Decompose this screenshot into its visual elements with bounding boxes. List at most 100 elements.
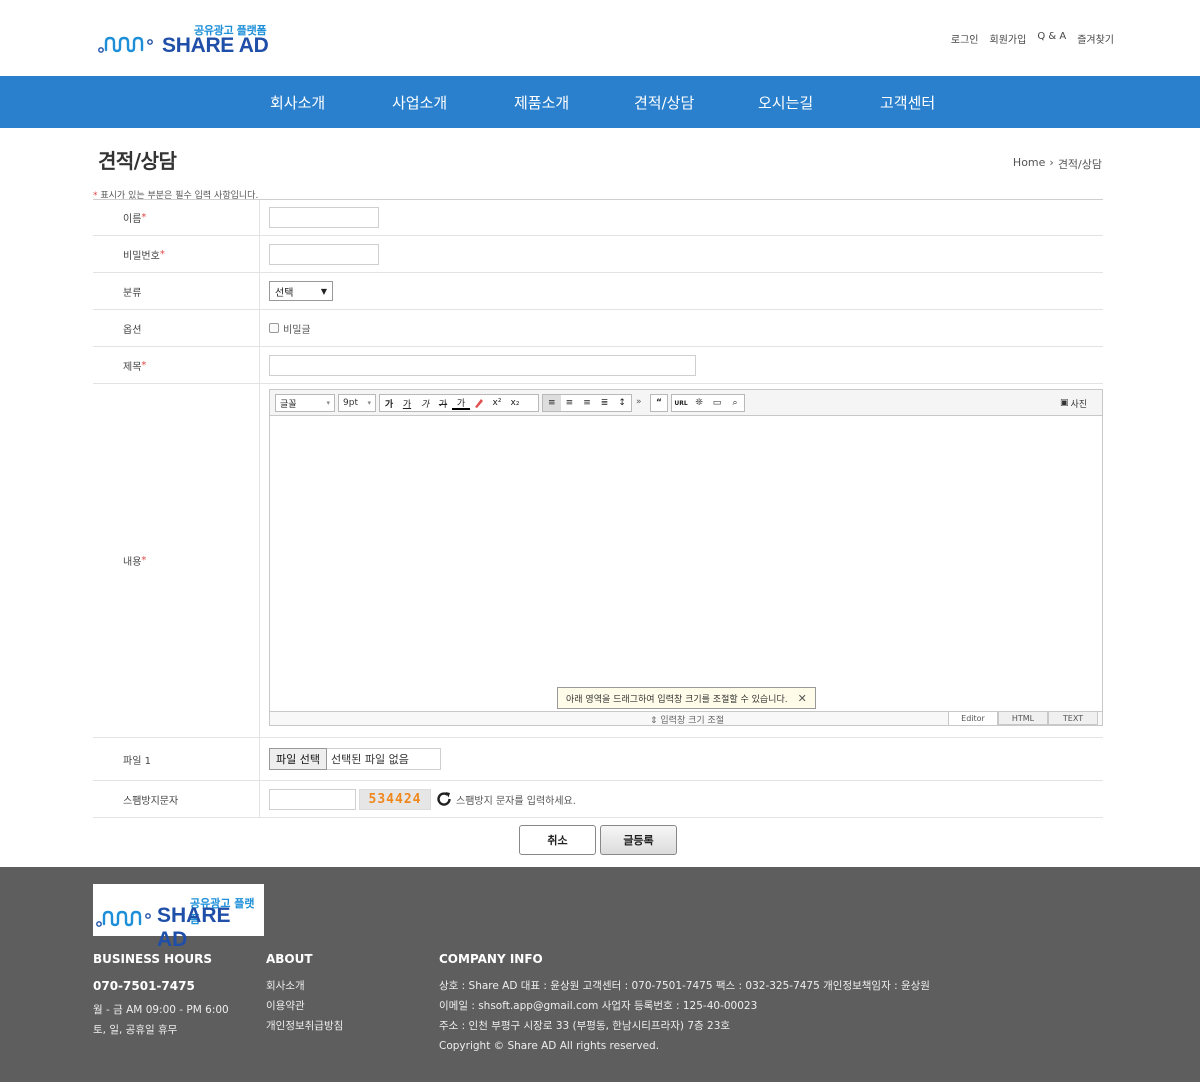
footer-link-company[interactable]: 회사소개 bbox=[266, 976, 343, 996]
form-row-content: 내용 * 글꼴 ▾ 9pt ▾ 가 가 가 가 가 x² x₂ ≡ ≡ ≡ ≣ … bbox=[93, 384, 1103, 738]
breadcrumb-home[interactable]: Home bbox=[1013, 156, 1045, 172]
strike-button[interactable]: 가 bbox=[434, 395, 452, 411]
nav-item-business[interactable]: 사업소개 bbox=[392, 92, 447, 113]
footer-company: COMPANY INFO 상호 : Share AD 대표 : 윤상원 고객센터… bbox=[439, 952, 930, 1056]
superscript-icon[interactable]: x² bbox=[488, 395, 506, 411]
logo-wave-icon bbox=[96, 910, 151, 927]
bold-button[interactable]: 가 bbox=[380, 395, 398, 411]
captcha-image: 534424 bbox=[359, 788, 431, 810]
footer-logo: 공유광고 플랫폼 SHARE AD bbox=[93, 884, 264, 951]
captcha-note: 스팸방지 문자를 입력하세요. bbox=[456, 795, 576, 807]
italic-button[interactable]: 가 bbox=[416, 395, 434, 411]
tab-text[interactable]: TEXT bbox=[1048, 711, 1098, 725]
signup-link[interactable]: 회원가입 bbox=[990, 31, 1027, 46]
breadcrumb-current: 견적/상담 bbox=[1057, 158, 1102, 171]
subscript-icon[interactable]: x₂ bbox=[506, 395, 524, 411]
font-select[interactable]: 글꼴 ▾ bbox=[275, 394, 335, 412]
company-title: COMPANY INFO bbox=[439, 952, 543, 966]
file-select-button[interactable]: 파일 선택 bbox=[269, 748, 327, 770]
spam-label: 스팸방지문자 bbox=[93, 781, 260, 817]
company-line-2: 이메일 : shsoft.app@gmail.com 사업자 등록번호 : 12… bbox=[439, 1000, 758, 1012]
quote-group: “ bbox=[650, 394, 668, 412]
top-links: 로그인 회원가입 Q & A 즐겨찾기 bbox=[951, 31, 1114, 46]
breadcrumb: Home › 견적/상담 bbox=[1013, 156, 1102, 172]
caret-down-icon: ▼ bbox=[320, 286, 327, 296]
nav-item-directions[interactable]: 오시는길 bbox=[758, 92, 813, 113]
align-justify-icon[interactable]: ≣ bbox=[596, 395, 614, 411]
site-header: 공유광고 플랫폼 SHARE AD 로그인 회원가입 Q & A 즐겨찾기 bbox=[0, 0, 1200, 76]
insert-group: URL ❊ ▭ ⌕ bbox=[671, 394, 745, 412]
form-row-subject: 제목 * bbox=[93, 347, 1103, 384]
photo-button[interactable]: ▣ 사진 bbox=[1060, 394, 1100, 412]
photo-icon: ▣ bbox=[1060, 398, 1069, 408]
align-right-icon[interactable]: ≡ bbox=[578, 395, 596, 411]
format-group: 가 가 가 가 가 x² x₂ bbox=[379, 394, 539, 412]
content-label: 내용 * bbox=[93, 384, 260, 737]
file-label: 파일 1 bbox=[93, 738, 260, 780]
nav-item-company[interactable]: 회사소개 bbox=[270, 92, 325, 113]
editor-toolbar: 글꼴 ▾ 9pt ▾ 가 가 가 가 가 x² x₂ ≡ ≡ ≡ ≣ ↕ » “… bbox=[270, 390, 1102, 416]
subject-label: 제목 * bbox=[93, 347, 260, 383]
password-input[interactable] bbox=[269, 243, 379, 265]
main-nav: 회사소개 사업소개 제품소개 견적/상담 오시는길 고객센터 bbox=[0, 76, 1200, 128]
cancel-button[interactable]: 취소 bbox=[519, 825, 596, 855]
form-row-password: 비밀번호 * bbox=[93, 236, 1103, 273]
highlight-icon[interactable] bbox=[470, 395, 488, 411]
hours-title: BUSINESS HOURS bbox=[93, 952, 213, 966]
more-icon[interactable]: » bbox=[636, 397, 642, 407]
logo-title: SHARE AD bbox=[162, 34, 269, 57]
site-logo[interactable]: 공유광고 플랫폼 SHARE AD bbox=[98, 22, 270, 58]
copyright: Copyright © Share AD All rights reserved… bbox=[439, 1040, 660, 1052]
file-status: 선택된 파일 없음 bbox=[326, 748, 441, 770]
form-row-name: 이름 * bbox=[93, 199, 1103, 236]
bookmark-link[interactable]: 즐겨찾기 bbox=[1077, 31, 1114, 46]
tab-editor[interactable]: Editor bbox=[948, 711, 998, 725]
name-input[interactable] bbox=[269, 207, 379, 228]
captcha-input[interactable] bbox=[269, 788, 356, 810]
footer-hours: BUSINESS HOURS 070-7501-7475 월 - 금 AM 09… bbox=[93, 952, 229, 1040]
footer-link-terms[interactable]: 이용약관 bbox=[266, 996, 343, 1016]
find-icon[interactable]: ⌕ bbox=[726, 395, 744, 411]
form-row-file: 파일 1 파일 선택 선택된 파일 없음 bbox=[93, 738, 1103, 781]
secret-label: 비밀글 bbox=[283, 324, 311, 336]
text-color-button[interactable]: 가 bbox=[452, 396, 470, 410]
name-label: 이름 * bbox=[93, 200, 260, 235]
refresh-icon[interactable] bbox=[435, 790, 453, 808]
editor-bottom-bar: ⇕ 입력창 크기 조절 Editor HTML TEXT bbox=[270, 711, 1102, 726]
company-line-3: 주소 : 인천 부평구 시장로 33 (부평동, 한남시티프라자) 7층 23호 bbox=[439, 1020, 731, 1032]
qna-link[interactable]: Q & A bbox=[1037, 31, 1066, 46]
form-row-spam: 스팸방지문자 534424 스팸방지 문자를 입력하세요. bbox=[93, 781, 1103, 818]
footer-about: ABOUT 회사소개 이용약관 개인정보취급방침 bbox=[266, 952, 343, 1036]
footer-logo-title: SHARE AD bbox=[157, 904, 231, 951]
form-row-option: 옵션 비밀글 bbox=[93, 310, 1103, 347]
nav-item-support[interactable]: 고객센터 bbox=[880, 92, 935, 113]
category-label: 분류 bbox=[93, 273, 260, 309]
password-label: 비밀번호 * bbox=[93, 236, 260, 272]
form-row-category: 분류 선택 ▼ bbox=[93, 273, 1103, 310]
category-select[interactable]: 선택 ▼ bbox=[269, 281, 333, 301]
table-icon[interactable]: ▭ bbox=[708, 395, 726, 411]
special-char-icon[interactable]: ❊ bbox=[690, 395, 708, 411]
close-icon[interactable]: ✕ bbox=[798, 692, 807, 705]
nav-item-products[interactable]: 제품소개 bbox=[514, 92, 569, 113]
login-link[interactable]: 로그인 bbox=[951, 31, 979, 46]
resize-hint-tooltip: 아래 영역을 드래그하여 입력창 크기를 조절할 수 있습니다. ✕ bbox=[557, 687, 816, 709]
content-editor: 글꼴 ▾ 9pt ▾ 가 가 가 가 가 x² x₂ ≡ ≡ ≡ ≣ ↕ » “… bbox=[269, 389, 1103, 726]
footer-link-privacy[interactable]: 개인정보취급방침 bbox=[266, 1016, 343, 1036]
underline-button[interactable]: 가 bbox=[398, 395, 416, 411]
subject-input[interactable] bbox=[269, 354, 696, 376]
about-title: ABOUT bbox=[266, 952, 313, 966]
align-center-icon[interactable]: ≡ bbox=[561, 395, 579, 411]
secret-checkbox[interactable] bbox=[269, 323, 279, 333]
size-select[interactable]: 9pt ▾ bbox=[338, 394, 376, 412]
resize-handle[interactable]: ⇕ 입력창 크기 조절 bbox=[650, 713, 724, 726]
link-button[interactable]: URL bbox=[672, 395, 690, 411]
nav-item-estimate[interactable]: 견적/상담 bbox=[634, 92, 694, 113]
quote-icon[interactable]: “ bbox=[651, 395, 667, 411]
company-line-1: 상호 : Share AD 대표 : 윤상원 고객센터 : 070-7501-7… bbox=[439, 980, 930, 992]
align-left-icon[interactable]: ≡ bbox=[543, 395, 561, 411]
editor-content-area[interactable] bbox=[270, 416, 1102, 713]
line-height-icon[interactable]: ↕ bbox=[613, 395, 631, 411]
submit-button[interactable]: 글등록 bbox=[600, 825, 677, 855]
tab-html[interactable]: HTML bbox=[998, 711, 1048, 725]
